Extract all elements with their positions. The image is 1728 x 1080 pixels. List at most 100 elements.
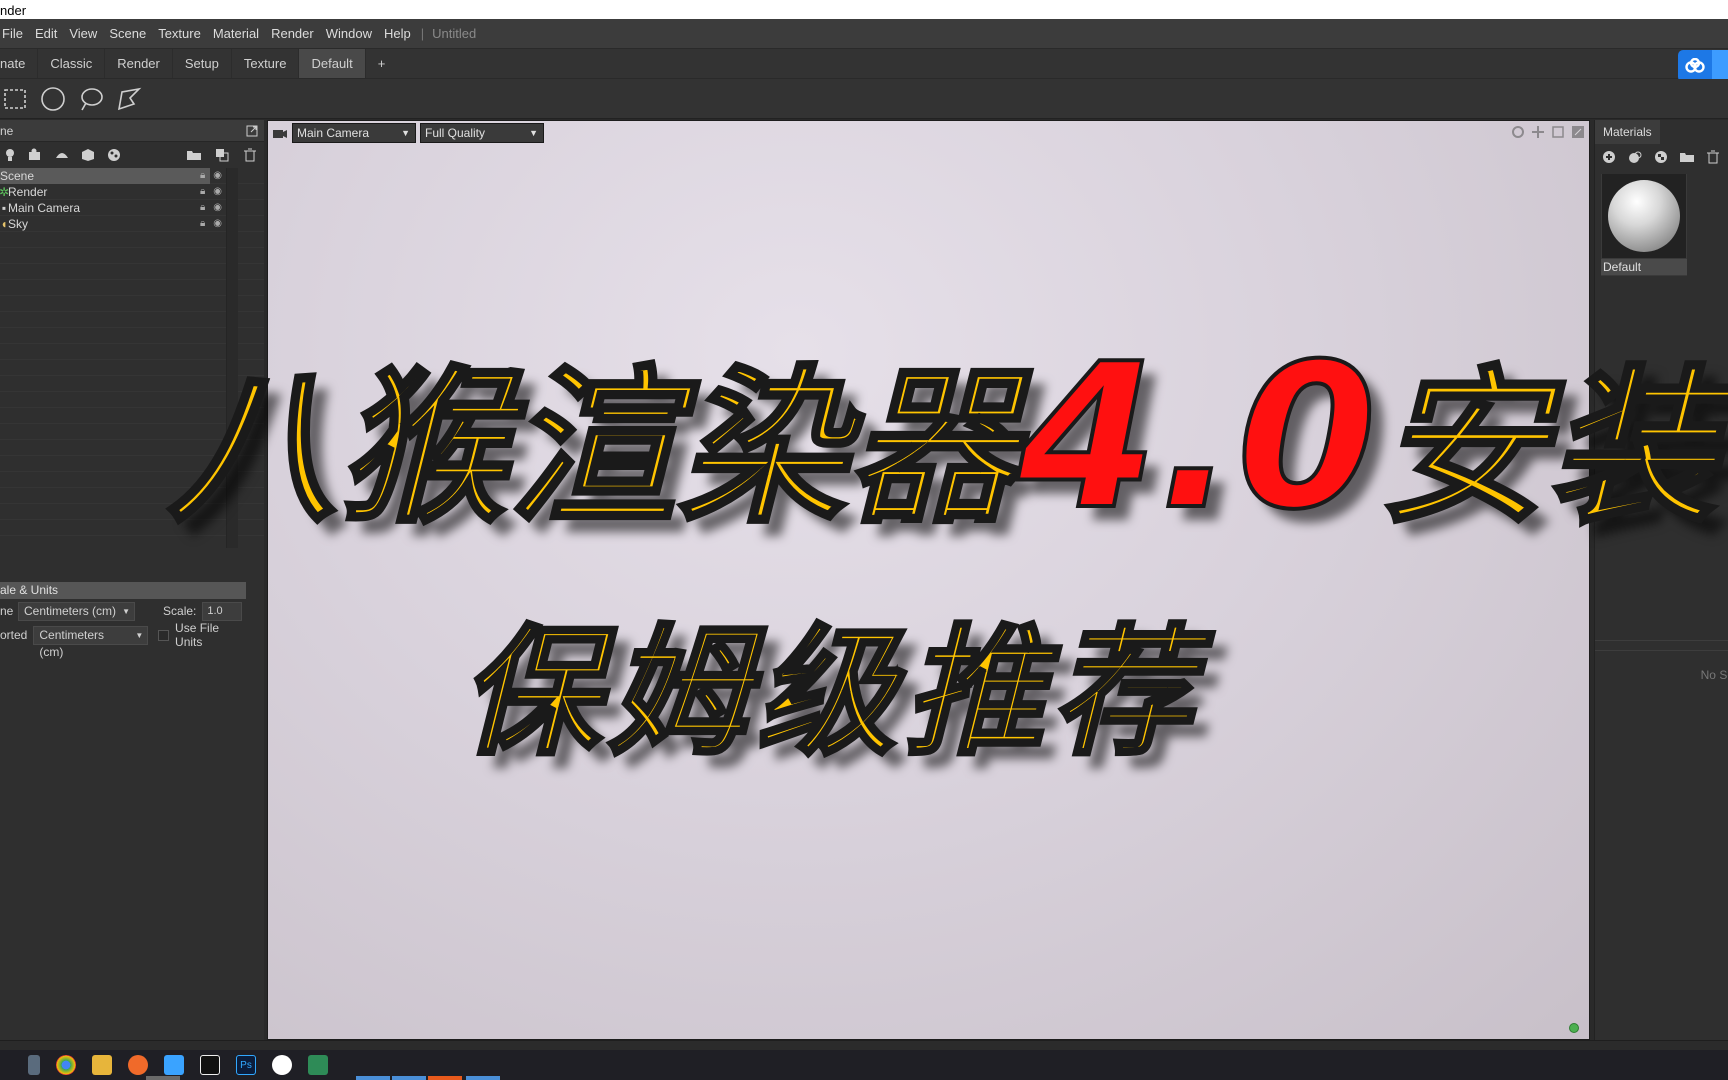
- add-camera-icon[interactable]: [28, 147, 44, 163]
- viewport-toolbar: Main Camera Full Quality: [268, 121, 1589, 145]
- lock-icon[interactable]: 🔒︎: [200, 202, 205, 213]
- menu-file[interactable]: File: [0, 26, 29, 41]
- menu-material[interactable]: Material: [207, 26, 265, 41]
- imported-units-dropdown[interactable]: Centimeters (cm): [33, 625, 149, 659]
- add-sky-icon[interactable]: [54, 147, 70, 163]
- eye-icon[interactable]: ◉: [213, 170, 222, 181]
- screenshot-icon[interactable]: [308, 1055, 328, 1075]
- no-selection-note: No Se: [1700, 668, 1728, 682]
- eye-icon[interactable]: ◉: [213, 202, 222, 213]
- menu-window[interactable]: Window: [320, 26, 378, 41]
- folder-icon[interactable]: [1679, 149, 1695, 165]
- quality-select[interactable]: Full Quality: [420, 123, 544, 143]
- sky-icon: ◖: [0, 217, 8, 231]
- rect-select-icon[interactable]: [2, 86, 28, 112]
- menu-render[interactable]: Render: [265, 26, 320, 41]
- tree-item-scene[interactable]: Scene: [0, 168, 210, 184]
- duplicate-material-icon[interactable]: [1627, 149, 1643, 165]
- tab-render[interactable]: Render: [105, 49, 173, 78]
- add-fog-icon[interactable]: [106, 147, 122, 163]
- menu-help[interactable]: Help: [378, 26, 417, 41]
- scene-units-row: ne Centimeters (cm) Scale: 1.0: [0, 599, 248, 623]
- add-mesh-icon[interactable]: [80, 147, 96, 163]
- lock-icon[interactable]: 🔒︎: [200, 218, 205, 229]
- add-light-icon[interactable]: [2, 147, 18, 163]
- tree-item-render[interactable]: ✲ Render: [0, 184, 264, 200]
- scene-panel-header: ne: [0, 120, 264, 142]
- imported-units-row: orted Centimeters (cm) Use File Units: [0, 621, 248, 659]
- document-name: Untitled: [432, 26, 477, 41]
- add-material-icon[interactable]: [1601, 149, 1617, 165]
- cloud-drive-icon[interactable]: [272, 1055, 292, 1075]
- material-thumbnail-default[interactable]: Default: [1601, 174, 1687, 276]
- row-controls: 🔒︎ ◉: [200, 170, 222, 181]
- viewport-options: [1511, 125, 1585, 142]
- lock-icon[interactable]: 🔒︎: [200, 170, 205, 181]
- scale-input[interactable]: 1.0: [202, 601, 243, 621]
- section-scale-units[interactable]: ale & Units: [0, 582, 246, 599]
- camera-icon: ▪: [1, 201, 7, 215]
- frame-icon[interactable]: [1551, 125, 1565, 142]
- tab-setup[interactable]: Setup: [173, 49, 232, 78]
- duplicate-icon[interactable]: [214, 147, 230, 163]
- lock-icon[interactable]: 🔒︎: [200, 186, 205, 197]
- scene-panel: ne Scene ✲ Render ▪ Main Camera ◖ Sky 🔒︎…: [0, 120, 264, 1040]
- gear-icon: ✲: [0, 185, 10, 199]
- capcut-icon[interactable]: [200, 1055, 220, 1075]
- scale-label: Scale:: [163, 604, 197, 618]
- trash-icon[interactable]: [1705, 149, 1721, 165]
- menu-view[interactable]: View: [63, 26, 103, 41]
- window-title: nder: [0, 3, 27, 18]
- menu-separator: |: [420, 26, 425, 41]
- materials-panel: Materials Default No Se: [1594, 120, 1728, 1040]
- render-status-indicator: [1569, 1023, 1579, 1033]
- use-file-units-checkbox[interactable]: [158, 629, 170, 641]
- tab-texture[interactable]: Texture: [232, 49, 300, 78]
- eye-icon[interactable]: ◉: [213, 186, 222, 197]
- eye-icon[interactable]: ◉: [213, 218, 222, 229]
- tab-animate[interactable]: nate: [0, 49, 39, 78]
- photoshop-icon[interactable]: Ps: [236, 1055, 256, 1075]
- checker-icon[interactable]: [1653, 149, 1669, 165]
- use-file-units-label: Use File Units: [175, 621, 220, 649]
- cloud-sync-button[interactable]: [1678, 50, 1728, 82]
- os-taskbar: Ps: [0, 1050, 1728, 1080]
- folder-icon[interactable]: [92, 1055, 112, 1075]
- tab-classic[interactable]: Classic: [38, 49, 106, 78]
- add-tab-button[interactable]: +: [366, 49, 398, 78]
- menu-scene[interactable]: Scene: [103, 26, 152, 41]
- settings-icon[interactable]: [1511, 125, 1525, 142]
- fullscreen-icon[interactable]: [1571, 125, 1585, 142]
- tab-default[interactable]: Default: [299, 49, 366, 78]
- materials-toolbar: [1595, 144, 1728, 170]
- scene-panel-title: ne: [0, 123, 14, 138]
- trash-icon[interactable]: [242, 147, 258, 163]
- camera-select[interactable]: Main Camera: [292, 123, 416, 143]
- lasso-select-icon[interactable]: [78, 86, 104, 112]
- menu-texture[interactable]: Texture: [152, 26, 207, 41]
- scene-tree: Scene ✲ Render ▪ Main Camera ◖ Sky 🔒︎ ◉ 🔒…: [0, 168, 264, 548]
- camera-icon[interactable]: [272, 125, 288, 141]
- chrome-icon[interactable]: [56, 1055, 76, 1075]
- meeting-icon[interactable]: [164, 1055, 184, 1075]
- window-title-bar: nder: [0, 0, 1728, 19]
- workspace-tab-bar: nate Classic Render Setup Texture Defaul…: [0, 48, 1728, 78]
- poly-select-icon[interactable]: [116, 86, 142, 112]
- tree-item-main-camera[interactable]: ▪ Main Camera: [0, 200, 264, 216]
- render-viewport[interactable]: Main Camera Full Quality: [267, 120, 1590, 1040]
- calculator-icon[interactable]: [28, 1055, 40, 1075]
- popout-icon[interactable]: [244, 123, 260, 139]
- scene-units-dropdown[interactable]: Centimeters (cm): [18, 601, 136, 621]
- scene-add-toolbar: [0, 142, 264, 168]
- material-name: Default: [1601, 259, 1687, 275]
- materials-tab[interactable]: Materials: [1595, 120, 1728, 144]
- folder-icon[interactable]: [186, 147, 202, 163]
- menu-edit[interactable]: Edit: [29, 26, 63, 41]
- selection-toolbar: [0, 79, 1728, 119]
- tree-scrollbar[interactable]: [226, 168, 238, 548]
- circle-select-icon[interactable]: [40, 86, 66, 112]
- move-icon[interactable]: [1531, 125, 1545, 142]
- properties-panel: ale & Units ne Centimeters (cm) Scale: 1…: [0, 582, 248, 659]
- toolbag-icon[interactable]: [128, 1055, 148, 1075]
- tree-item-sky[interactable]: ◖ Sky: [0, 216, 264, 232]
